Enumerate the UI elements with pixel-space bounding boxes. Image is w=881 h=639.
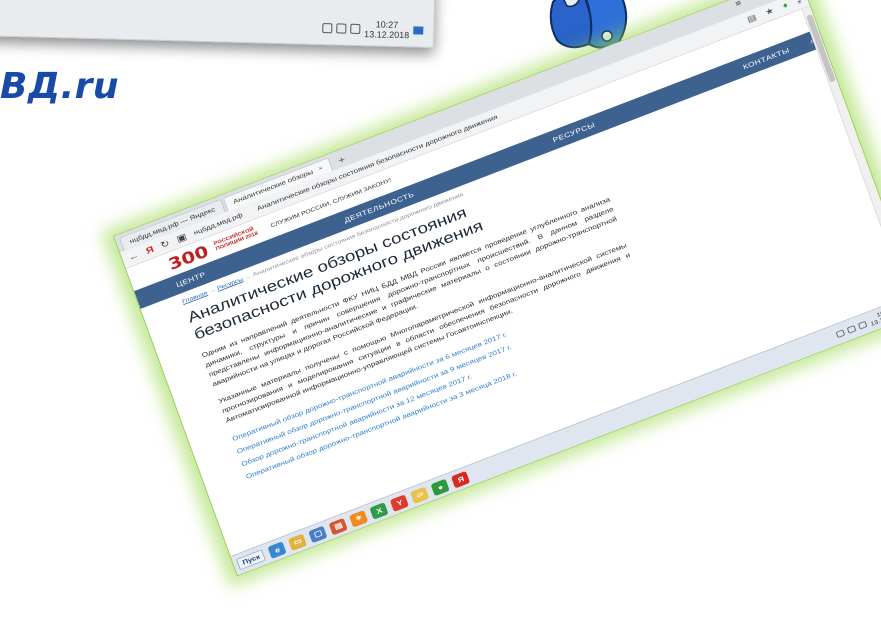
tray-icon	[846, 324, 857, 334]
minimize-icon[interactable]: —	[751, 0, 763, 2]
tray-icon	[857, 320, 868, 330]
language-flag-icon	[413, 26, 424, 35]
back-arrow-icon[interactable]: ←	[127, 250, 140, 263]
tilted-screen: нцбдд.мвд.рф — Яндекс Аналитические обзо…	[113, 0, 881, 577]
yandex-icon[interactable]: Я	[451, 470, 471, 488]
protect-icon[interactable]: ♦	[782, 1, 790, 11]
lock-icon: ▣	[175, 231, 189, 245]
window-icon[interactable]: ▢	[308, 525, 328, 543]
document-icon[interactable]: ▤	[328, 517, 349, 535]
spreadsheet-icon[interactable]: X	[369, 501, 389, 520]
folder-open-icon[interactable]: ▱	[410, 486, 430, 504]
taskbar-clock[interactable]: 16:37 13.12.2018	[868, 304, 881, 328]
yandex-icon[interactable]: Я	[145, 244, 156, 256]
background-system-tray: 10:27 13.12.2018	[322, 18, 424, 41]
tray-icon	[336, 23, 347, 34]
folder-icon[interactable]: ▭	[288, 533, 308, 551]
tray-icon	[350, 23, 361, 35]
browser-icon[interactable]: e	[267, 540, 287, 559]
tray-icon	[835, 328, 846, 338]
background-clock-date: 13.12.2018	[364, 29, 410, 41]
start-button[interactable]: Пуск	[235, 549, 267, 571]
site-title: ВД.ru	[0, 66, 120, 107]
background-clock: 10:27 13.12.2018	[364, 19, 410, 40]
reload-icon[interactable]: ↻	[159, 238, 171, 251]
menu-icon[interactable]: ≡	[734, 0, 742, 9]
yandex-browser-icon[interactable]: Y	[390, 493, 410, 512]
chrome-icon[interactable]: ●	[430, 478, 450, 496]
star-icon[interactable]: ✶	[349, 509, 369, 528]
background-screen-fragment: 10:27 13.12.2018	[0, 0, 436, 48]
bookmark-star-icon[interactable]: ★	[764, 6, 775, 17]
browser-screenshot: нцбдд.мвд.рф — Яндекс Аналитические обзо…	[113, 0, 881, 577]
system-tray: 16:37 13.12.2018	[834, 299, 881, 341]
reader-icon[interactable]: ▤	[746, 13, 758, 25]
download-icon[interactable]: ⤓	[796, 0, 803, 5]
close-tab-icon[interactable]: ×	[317, 164, 324, 172]
tray-icon	[322, 23, 333, 34]
